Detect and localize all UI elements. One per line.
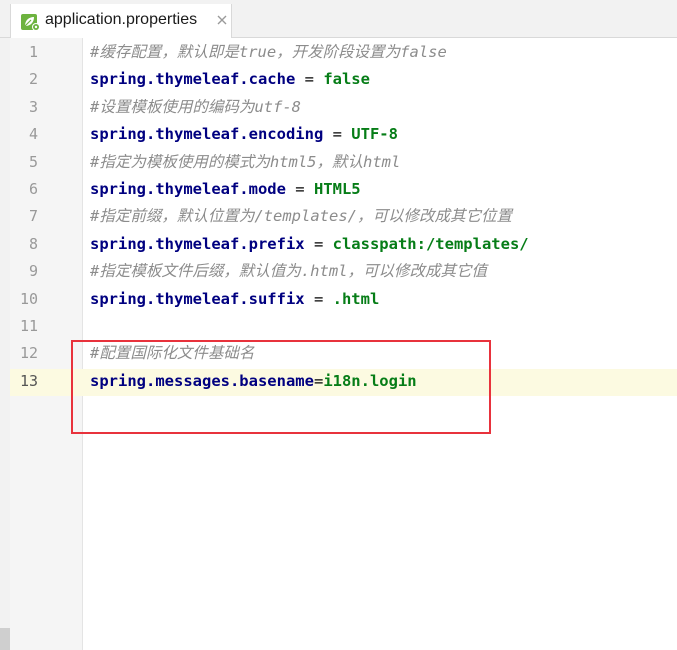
property-key: spring.thymeleaf.prefix — [90, 235, 305, 253]
property-separator: = — [285, 180, 314, 198]
code-line[interactable]: spring.thymeleaf.prefix = classpath:/tem… — [90, 231, 529, 258]
line-number: 4 — [28, 125, 38, 143]
property-key: spring.thymeleaf.cache — [90, 70, 296, 88]
line-number: 2 — [28, 70, 38, 88]
code-line[interactable]: spring.thymeleaf.encoding = UTF-8 — [90, 121, 398, 148]
line-number: 10 — [19, 290, 38, 308]
code-line[interactable]: #指定模板文件后缀，默认值为.html，可以修改成其它值 — [90, 258, 487, 285]
editor-tab-bar: application.properties — [0, 0, 677, 38]
property-key: spring.thymeleaf.mode — [90, 180, 286, 198]
property-key: spring.thymeleaf.encoding — [90, 125, 324, 143]
property-value: .html — [332, 290, 380, 308]
line-number: 1 — [28, 43, 38, 61]
property-separator: = — [304, 235, 333, 253]
side-tool-strip — [0, 38, 10, 650]
line-number: 9 — [28, 262, 38, 280]
code-line[interactable]: spring.thymeleaf.suffix = .html — [90, 286, 379, 313]
line-number: 7 — [28, 207, 38, 225]
code-line[interactable]: #指定前缀，默认位置为/templates/，可以修改成其它位置 — [90, 203, 512, 230]
line-number: 3 — [28, 98, 38, 116]
annotation-highlight-box — [71, 340, 491, 434]
tab-application-properties[interactable]: application.properties — [10, 4, 232, 38]
close-icon[interactable] — [215, 13, 229, 27]
spring-leaf-icon — [21, 14, 40, 31]
comment-text: #设置模板使用的编码为utf-8 — [90, 98, 301, 116]
line-number: 6 — [28, 180, 38, 198]
code-line[interactable]: #缓存配置，默认即是true，开发阶段设置为false — [90, 39, 447, 66]
line-number: 11 — [19, 317, 38, 335]
line-number: 13 — [19, 372, 38, 390]
property-key: spring.thymeleaf.suffix — [90, 290, 305, 308]
line-number: 5 — [28, 153, 38, 171]
comment-text: #指定为模板使用的模式为html5，默认html — [90, 153, 401, 171]
comment-text: #指定前缀，默认位置为/templates/，可以修改成其它位置 — [90, 207, 512, 225]
code-line[interactable]: #指定为模板使用的模式为html5，默认html — [90, 149, 400, 176]
property-value: classpath:/templates/ — [332, 235, 529, 253]
property-separator: = — [304, 290, 333, 308]
property-value: HTML5 — [313, 180, 361, 198]
code-line[interactable]: spring.thymeleaf.mode = HTML5 — [90, 176, 361, 203]
tab-filename: application.properties — [45, 11, 198, 28]
line-number: 8 — [28, 235, 38, 253]
line-number: 12 — [19, 344, 38, 362]
property-value: false — [323, 70, 370, 88]
property-value: UTF-8 — [351, 125, 398, 143]
comment-text: #缓存配置，默认即是true，开发阶段设置为false — [90, 43, 447, 61]
code-line[interactable]: spring.thymeleaf.cache = false — [90, 66, 370, 93]
code-line[interactable]: #设置模板使用的编码为utf-8 — [90, 94, 301, 121]
comment-text: #指定模板文件后缀，默认值为.html，可以修改成其它值 — [90, 262, 487, 280]
side-tool-marker — [0, 628, 10, 650]
property-separator: = — [295, 70, 324, 88]
property-separator: = — [323, 125, 352, 143]
